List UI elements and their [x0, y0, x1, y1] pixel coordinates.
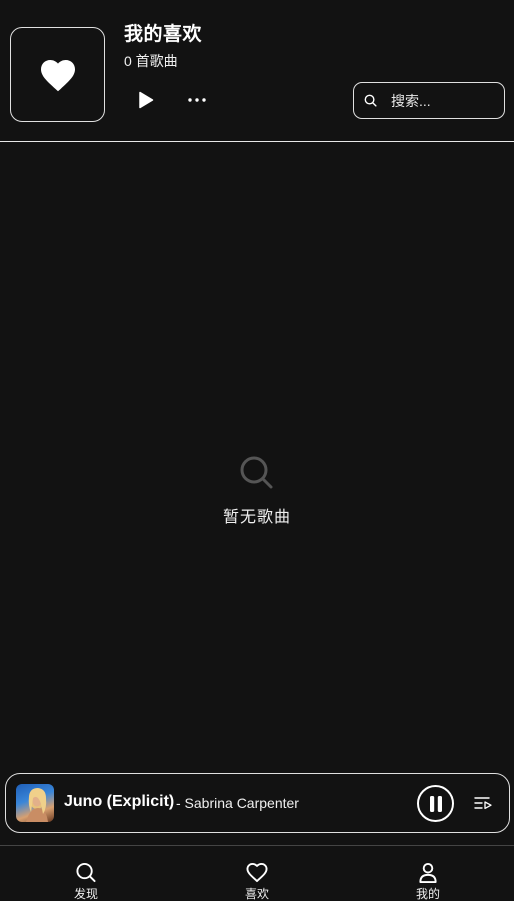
bottom-nav: 发现 喜欢 我的 [0, 845, 514, 901]
more-options-button[interactable] [184, 88, 210, 112]
song-count: 0 首歌曲 [124, 53, 178, 69]
pause-icon [429, 795, 442, 812]
playlist-title: 我的喜欢 [124, 24, 203, 45]
pause-button[interactable] [417, 785, 454, 822]
more-icon [188, 98, 206, 102]
album-art-figure [26, 788, 48, 822]
play-all-button[interactable] [134, 88, 158, 112]
search-icon [76, 862, 96, 883]
queue-button[interactable] [472, 792, 494, 814]
empty-state-label: 暂无歌曲 [222, 509, 291, 526]
playlist-cover [10, 27, 105, 122]
queue-icon [474, 797, 492, 810]
mini-player[interactable]: Juno (Explicit) - Sabrina Carpenter [5, 773, 510, 833]
nav-item-discover[interactable]: 发现 [26, 846, 146, 901]
nav-label-mine: 我的 [415, 887, 440, 901]
heart-icon [246, 862, 268, 883]
user-icon [419, 862, 437, 883]
nav-label-discover: 发现 [73, 887, 98, 901]
album-art[interactable] [16, 784, 54, 822]
search-icon [364, 94, 377, 107]
empty-state: 暂无歌曲 [0, 455, 514, 527]
search-icon [240, 456, 273, 489]
search-input[interactable] [391, 92, 491, 109]
search-box[interactable] [353, 82, 505, 119]
nav-label-favorites: 喜欢 [244, 887, 269, 901]
now-playing-artist: - Sabrina Carpenter [176, 795, 299, 811]
heart-icon [40, 59, 75, 91]
nav-item-mine[interactable]: 我的 [368, 846, 488, 901]
play-icon [139, 91, 154, 109]
nav-item-favorites[interactable]: 喜欢 [197, 846, 317, 901]
now-playing-title: Juno (Explicit) [64, 793, 175, 810]
playlist-header: 我的喜欢 0 首歌曲 [0, 0, 514, 142]
